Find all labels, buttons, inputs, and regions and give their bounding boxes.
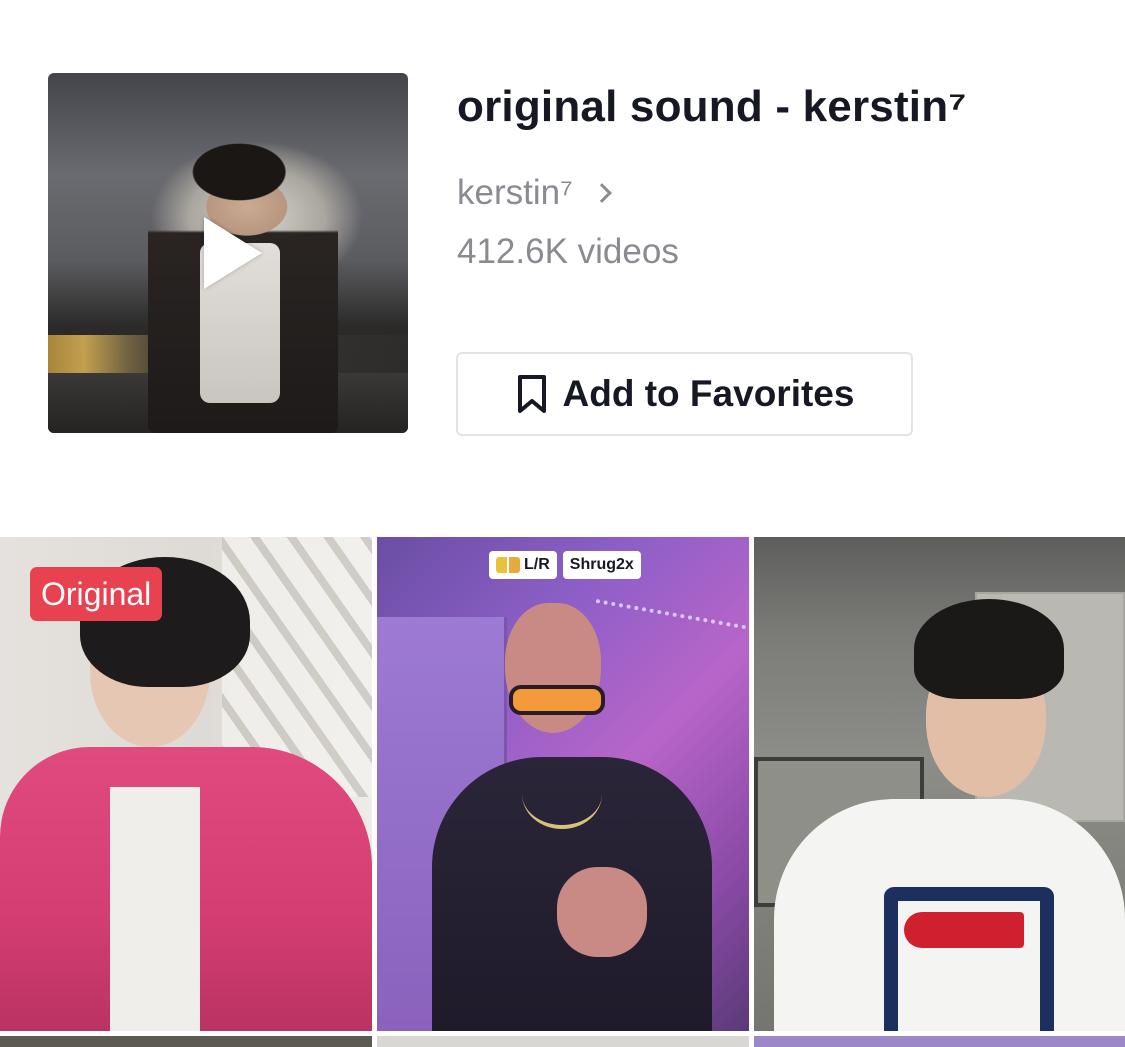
bookmark-icon	[517, 375, 546, 413]
add-to-favorites-button[interactable]: Add to Favorites	[456, 352, 913, 436]
video-tile-partial[interactable]	[754, 1036, 1125, 1047]
video-tile[interactable]: L/R Shrug2x	[377, 537, 749, 1031]
hand-emoji-icon	[496, 557, 520, 573]
tile-led-lights	[595, 573, 749, 631]
shirt-logo	[884, 887, 1054, 1031]
add-to-favorites-label: Add to Favorites	[562, 373, 855, 414]
shirt-logo-stripe	[904, 912, 1024, 948]
effect-tags: L/R Shrug2x	[489, 551, 641, 579]
video-tile[interactable]: Original	[0, 537, 372, 1031]
video-tile-partial[interactable]	[377, 1036, 749, 1047]
play-icon[interactable]	[204, 217, 262, 289]
person-glasses	[509, 685, 605, 715]
author-link[interactable]: kerstin⁷	[457, 168, 612, 218]
effect-tag: L/R	[489, 551, 557, 579]
chevron-right-icon[interactable]	[591, 183, 612, 203]
sound-title: original sound - kerstin⁷	[457, 82, 967, 131]
effect-tag-label: L/R	[524, 556, 550, 573]
person-shirt	[110, 787, 200, 1031]
sound-cover[interactable]	[48, 73, 408, 433]
effect-tag-label: Shrug2x	[569, 556, 634, 573]
video-count: 412.6K videos	[457, 232, 679, 271]
person-hand	[557, 867, 647, 957]
video-tile[interactable]	[754, 537, 1125, 1031]
person-chain	[522, 759, 602, 829]
video-tile-partial[interactable]	[0, 1036, 372, 1047]
effect-tag: Shrug2x	[562, 551, 641, 579]
original-badge-label: Original	[41, 575, 152, 612]
person-hair	[914, 599, 1064, 699]
original-badge: Original	[30, 567, 163, 621]
author-name[interactable]: kerstin⁷	[457, 173, 573, 213]
